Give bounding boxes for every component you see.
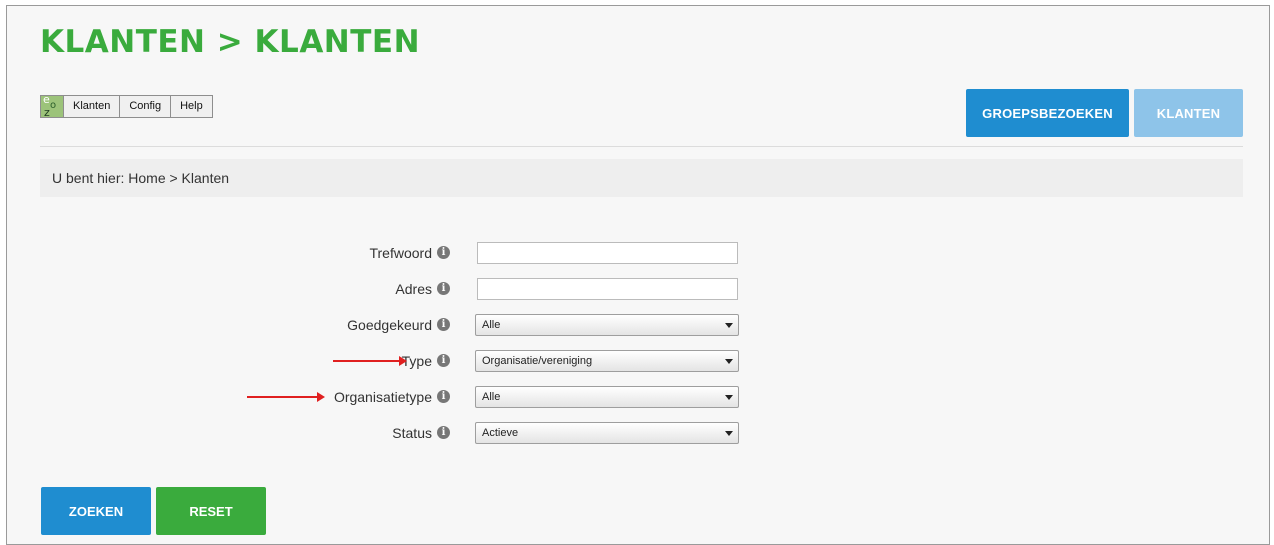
groepsbezoeken-button[interactable]: GROEPSBEZOEKEN bbox=[966, 89, 1129, 137]
info-icon[interactable]: i bbox=[437, 390, 450, 403]
reset-button[interactable]: RESET bbox=[156, 487, 266, 535]
app-logo-icon: eoz bbox=[41, 93, 64, 119]
klanten-button[interactable]: KLANTEN bbox=[1134, 89, 1243, 137]
info-icon[interactable]: i bbox=[437, 318, 450, 331]
menu-item-help[interactable]: Help bbox=[171, 96, 212, 117]
info-icon[interactable]: i bbox=[437, 246, 450, 259]
annotation-arrow-type bbox=[333, 356, 407, 366]
form-row-organisatietype: Organisatietype i Alle bbox=[0, 386, 760, 408]
menu-item-klanten[interactable]: Klanten bbox=[64, 96, 121, 117]
page-title: KLANTEN > KLANTEN bbox=[40, 24, 421, 60]
page-frame bbox=[6, 5, 1270, 545]
goedgekeurd-selected-value: Alle bbox=[482, 319, 501, 331]
info-icon[interactable]: i bbox=[437, 282, 450, 295]
type-select[interactable]: Organisatie/vereniging bbox=[475, 350, 739, 372]
goedgekeurd-label: Goedgekeurd bbox=[347, 317, 432, 333]
chevron-down-icon bbox=[725, 359, 733, 364]
form-row-status: Status i Actieve bbox=[0, 422, 760, 444]
adres-input[interactable] bbox=[477, 278, 738, 300]
form-row-trefwoord: Trefwoord i bbox=[0, 242, 760, 264]
chevron-down-icon bbox=[725, 395, 733, 400]
form-row-goedgekeurd: Goedgekeurd i Alle bbox=[0, 314, 760, 336]
trefwoord-label: Trefwoord bbox=[369, 245, 432, 261]
form-row-adres: Adres i bbox=[0, 278, 760, 300]
status-label: Status bbox=[392, 425, 432, 441]
goedgekeurd-select[interactable]: Alle bbox=[475, 314, 739, 336]
status-selected-value: Actieve bbox=[482, 427, 519, 439]
breadcrumb: U bent hier: Home > Klanten bbox=[40, 159, 1243, 197]
menu-item-config[interactable]: Config bbox=[120, 96, 172, 117]
zoeken-button[interactable]: ZOEKEN bbox=[41, 487, 151, 535]
annotation-arrow-organisatietype bbox=[247, 392, 325, 402]
organisatietype-select[interactable]: Alle bbox=[475, 386, 739, 408]
adres-label: Adres bbox=[395, 281, 432, 297]
chevron-down-icon bbox=[725, 323, 733, 328]
menubar: eoz Klanten Config Help bbox=[40, 93, 213, 119]
status-select[interactable]: Actieve bbox=[475, 422, 739, 444]
divider bbox=[40, 146, 1243, 147]
trefwoord-input[interactable] bbox=[477, 242, 738, 264]
type-selected-value: Organisatie/vereniging bbox=[482, 355, 593, 367]
info-icon[interactable]: i bbox=[437, 426, 450, 439]
chevron-down-icon bbox=[725, 431, 733, 436]
organisatietype-selected-value: Alle bbox=[482, 391, 501, 403]
organisatietype-label: Organisatietype bbox=[333, 389, 432, 405]
info-icon[interactable]: i bbox=[437, 354, 450, 367]
